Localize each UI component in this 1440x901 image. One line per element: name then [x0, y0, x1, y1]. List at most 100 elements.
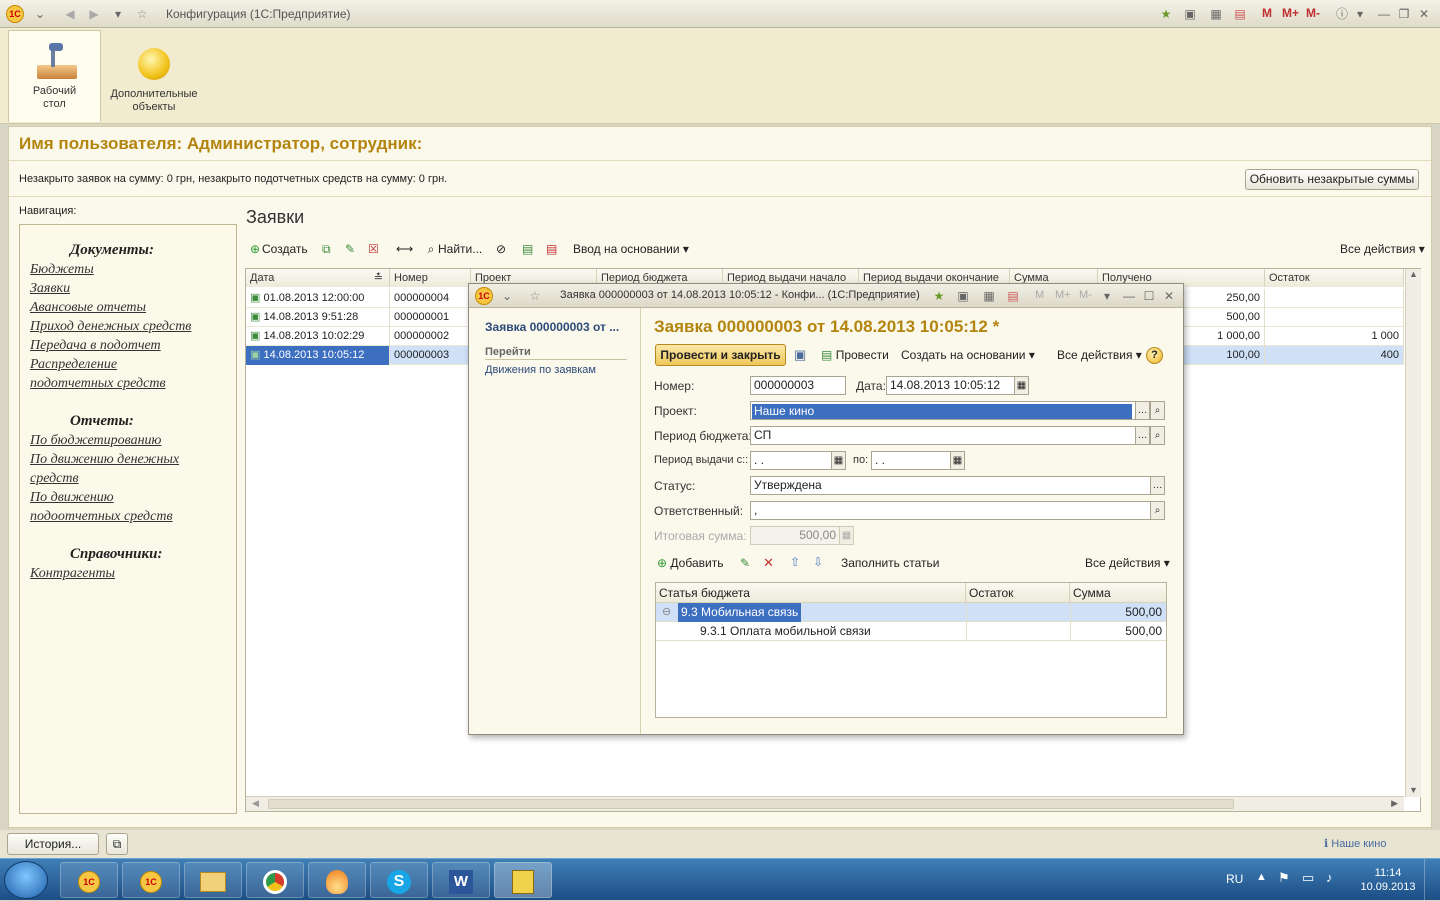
current-project-link[interactable]: ℹ Наше кино: [1324, 837, 1386, 850]
taskbar-active-app-icon[interactable]: [494, 862, 552, 898]
taskbar-explorer-icon[interactable]: [184, 862, 242, 898]
find-button[interactable]: ⌕ Найти...: [424, 242, 483, 256]
dialog-maximize-icon[interactable]: ☐: [1141, 288, 1157, 304]
memory-m-button[interactable]: M: [1262, 6, 1272, 20]
history-dropdown-icon[interactable]: ▾: [110, 6, 126, 22]
nav-link-transfer-accountable[interactable]: Передача в подотчет: [30, 338, 161, 354]
vertical-scrollbar[interactable]: ▲ ▼: [1405, 269, 1421, 797]
section-additional-objects[interactable]: Дополнительные объекты: [104, 30, 204, 122]
post-toggle-icon[interactable]: ⟷: [396, 242, 413, 256]
col-header-grid-rest[interactable]: Остаток: [966, 583, 1070, 603]
dialog-calculator-icon[interactable]: ▦: [981, 288, 997, 304]
dialog-mminus-button[interactable]: M-: [1079, 289, 1092, 301]
nav-link-report-cash-flow-cont[interactable]: средств: [30, 471, 79, 487]
taskbar-word-icon[interactable]: W: [432, 862, 490, 898]
responsible-field[interactable]: ,: [750, 501, 1151, 520]
scroll-left-icon[interactable]: ◀: [252, 798, 259, 809]
scroll-down-icon[interactable]: ▼: [1406, 785, 1421, 795]
dialog-menu-icon[interactable]: ⌄: [499, 288, 515, 304]
tray-volume-icon[interactable]: ♪: [1326, 870, 1333, 885]
budget-period-search-icon[interactable]: ⌕: [1150, 426, 1165, 445]
tray-network-icon[interactable]: ▭: [1302, 870, 1314, 886]
restore-icon[interactable]: ❐: [1396, 6, 1412, 22]
horizontal-scrollbar[interactable]: ◀ ▶: [246, 796, 1404, 811]
info-dropdown-icon[interactable]: ▾: [1352, 6, 1368, 22]
dialog-dropdown-icon[interactable]: ▾: [1099, 288, 1115, 304]
date-calendar-icon[interactable]: ▦: [1014, 376, 1029, 395]
start-button[interactable]: [4, 861, 48, 899]
edit-row-icon[interactable]: ✎: [740, 556, 750, 570]
table-row-selected[interactable]: ⊖ 9.3 Мобильная связь 500,00: [656, 603, 1166, 622]
minimize-icon[interactable]: —: [1376, 6, 1392, 22]
post-doc-icon[interactable]: ▤: [522, 242, 533, 256]
input-based-button[interactable]: Ввод на основании ▾: [573, 242, 689, 256]
nav-link-requests[interactable]: Заявки: [30, 281, 70, 297]
language-indicator[interactable]: RU: [1226, 872, 1243, 886]
refresh-sums-button[interactable]: Обновить незакрытые суммы: [1245, 169, 1419, 190]
dialog-star-icon[interactable]: ☆: [527, 288, 543, 304]
copy-icon[interactable]: ⧉: [322, 242, 331, 257]
dialog-bookmark-icon[interactable]: ▣: [955, 288, 971, 304]
dialog-calendar-icon[interactable]: ▤: [1005, 288, 1021, 304]
move-down-icon[interactable]: ⇩: [813, 555, 823, 569]
calculator-icon[interactable]: ▦: [1208, 6, 1224, 22]
menu-dropdown-icon[interactable]: ⌄: [32, 6, 48, 22]
col-header-number[interactable]: Номер: [390, 269, 471, 287]
col-header-date[interactable]: Дата ≛: [246, 269, 390, 287]
save-icon[interactable]: ▣: [794, 347, 806, 363]
post-and-close-button[interactable]: Провести и закрыть: [655, 344, 786, 366]
show-desktop-button[interactable]: [1424, 859, 1440, 901]
dialog-close-icon[interactable]: ✕: [1161, 288, 1177, 304]
create-based-button[interactable]: Создать на основании ▾: [901, 348, 1035, 362]
dialog-all-actions-button[interactable]: Все действия ▾: [1057, 348, 1142, 362]
scroll-right-icon[interactable]: ▶: [1391, 798, 1398, 809]
section-desktop[interactable]: Рабочий стол: [8, 30, 101, 122]
taskbar-1c-app-1[interactable]: 1С: [60, 862, 118, 898]
memory-mplus-button[interactable]: M+: [1282, 6, 1299, 20]
unpost-doc-icon[interactable]: ▤: [546, 242, 557, 256]
fill-items-button[interactable]: Заполнить статьи: [841, 556, 939, 570]
grid-all-actions-button[interactable]: Все действия ▾: [1085, 556, 1170, 570]
project-field[interactable]: Наше кино: [750, 401, 1136, 420]
taskbar-skype-icon[interactable]: S: [370, 862, 428, 898]
issue-to-calendar-icon[interactable]: ▦: [950, 451, 965, 470]
issue-from-field[interactable]: . .: [750, 451, 832, 470]
edit-pencil-icon[interactable]: ✎: [345, 242, 355, 256]
dialog-nav-title[interactable]: Заявка 000000003 от ...: [485, 320, 619, 334]
delete-row-icon[interactable]: ✕: [763, 555, 774, 571]
issue-to-field[interactable]: . .: [871, 451, 951, 470]
bookmark-icon[interactable]: ▣: [1182, 6, 1198, 22]
add-row-button[interactable]: ⊕ Добавить: [657, 556, 723, 570]
responsible-search-icon[interactable]: ⌕: [1150, 501, 1165, 520]
nav-link-cash-income[interactable]: Приход денежных средств: [30, 319, 191, 335]
back-arrow-icon[interactable]: ◀: [62, 6, 78, 22]
create-button[interactable]: ⊕ Создать: [248, 242, 308, 256]
nav-link-report-budgeting[interactable]: По бюджетированию: [30, 433, 161, 449]
windows-switch-icon[interactable]: ⧉: [106, 833, 128, 855]
forward-arrow-icon[interactable]: ▶: [86, 6, 102, 22]
dialog-logo-icon[interactable]: 1С: [475, 287, 493, 305]
taskbar-chrome-icon[interactable]: [246, 862, 304, 898]
status-select-button[interactable]: …: [1150, 476, 1165, 495]
post-button[interactable]: ▤ Провести: [821, 348, 889, 362]
nav-link-distribution[interactable]: Распределение: [30, 357, 117, 373]
project-search-icon[interactable]: ⌕: [1150, 401, 1165, 420]
nav-link-budgets[interactable]: Бюджеты: [30, 262, 94, 278]
add-favorite-icon[interactable]: ★: [1158, 6, 1174, 22]
nav-link-counterparties[interactable]: Контрагенты: [30, 566, 115, 582]
issue-from-calendar-icon[interactable]: ▦: [831, 451, 846, 470]
table-row[interactable]: 9.3.1 Оплата мобильной связи 500,00: [656, 622, 1166, 641]
info-icon[interactable]: ⓘ: [1334, 6, 1350, 22]
scroll-up-icon[interactable]: ▲: [1406, 269, 1421, 279]
project-select-button[interactable]: …: [1135, 401, 1150, 420]
close-icon[interactable]: ✕: [1416, 6, 1432, 22]
dialog-minimize-icon[interactable]: —: [1121, 288, 1137, 304]
tray-flag-icon[interactable]: ⚑: [1278, 870, 1290, 886]
col-header-budget-item[interactable]: Статья бюджета: [656, 583, 966, 603]
movements-link[interactable]: Движения по заявкам: [485, 364, 596, 376]
tray-clock[interactable]: 11:14 10.09.2013: [1360, 866, 1416, 894]
nav-link-report-accountable[interactable]: По движению: [30, 490, 114, 506]
taskbar-1c-app-2[interactable]: 1С: [122, 862, 180, 898]
tray-expand-icon[interactable]: ▲: [1256, 871, 1267, 883]
taskbar-burner-icon[interactable]: [308, 862, 366, 898]
